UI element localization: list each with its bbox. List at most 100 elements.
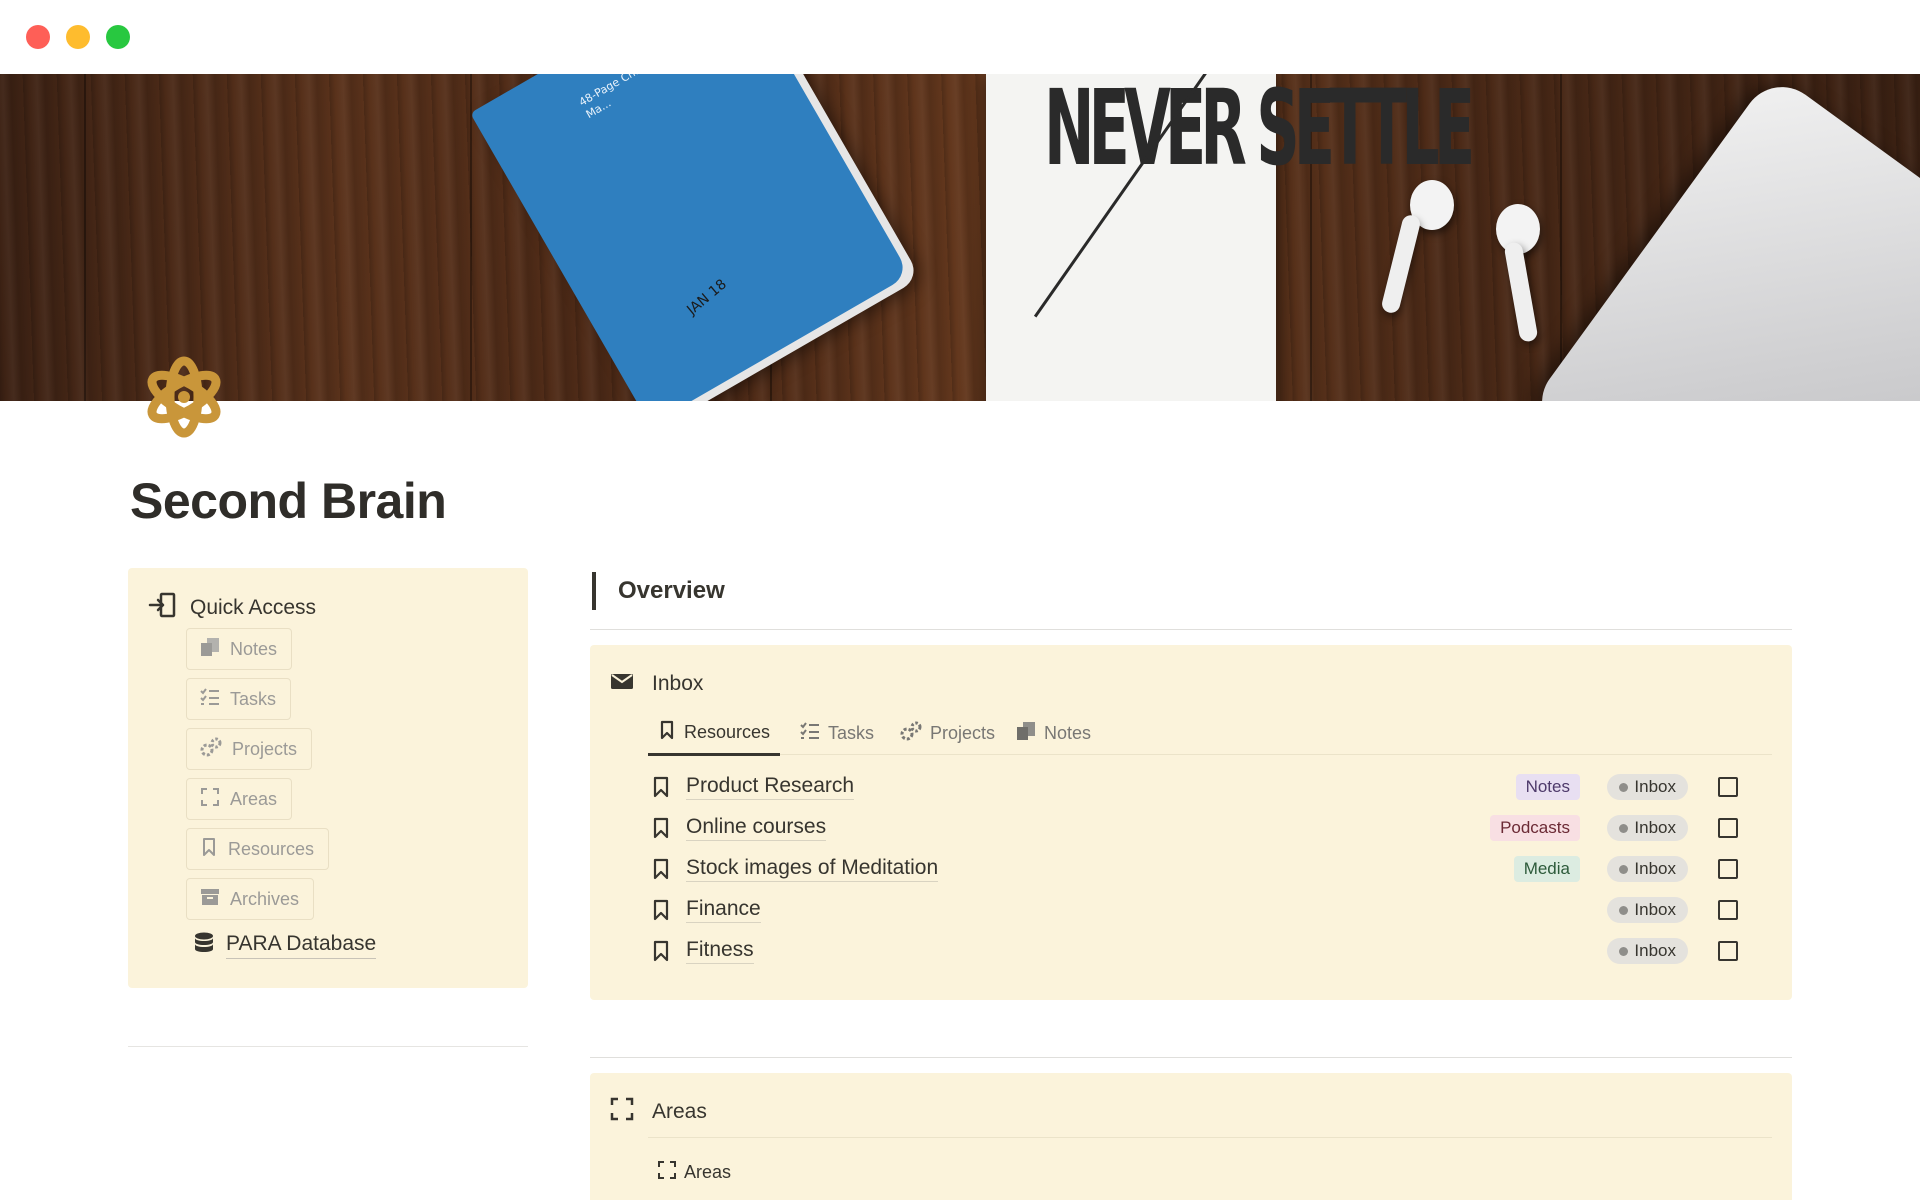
- quick-access-archives-button[interactable]: Archives: [186, 878, 315, 920]
- divider: [590, 1057, 1792, 1058]
- areas-title: Areas: [652, 1099, 707, 1123]
- archive-box-icon: [200, 887, 220, 912]
- list-item[interactable]: Fitness Inbox: [650, 931, 1760, 971]
- status-dot: [1619, 823, 1629, 833]
- gears-icon: [900, 721, 922, 746]
- status-dot: [1619, 946, 1629, 956]
- para-database-link[interactable]: PARA Database: [194, 932, 377, 959]
- bookmark-icon: [650, 817, 672, 839]
- atom-icon[interactable]: [142, 352, 226, 442]
- inbox-title: Inbox: [652, 671, 704, 695]
- zoom-window-button[interactable]: [106, 25, 130, 49]
- status-badge: Inbox: [1607, 856, 1688, 882]
- done-checkbox[interactable]: [1718, 859, 1738, 879]
- import-icon: [148, 592, 176, 623]
- bookmark-icon: [650, 899, 672, 921]
- wood-plank-line: [1560, 74, 1562, 401]
- earbud-right-stem: [1503, 241, 1539, 343]
- tab-resources[interactable]: Resources: [648, 711, 781, 756]
- status-label: Inbox: [1634, 818, 1676, 837]
- inbox-callout: Inbox Resources Tasks Projects Notes Pro…: [590, 645, 1792, 1000]
- tab-notes-label: Notes: [1044, 722, 1092, 743]
- quick-access-archives-label: Archives: [230, 888, 300, 909]
- list-item[interactable]: Stock images of Meditation Media Inbox: [650, 849, 1760, 889]
- status-dot: [1619, 782, 1629, 792]
- inbox-view-tabs: Resources Tasks Projects Notes: [648, 711, 1772, 756]
- checklist-icon: [800, 721, 820, 746]
- quick-access-tasks-button[interactable]: Tasks: [186, 678, 292, 720]
- overview-heading: Overview: [592, 572, 725, 610]
- list-item[interactable]: Online courses Podcasts Inbox: [650, 808, 1760, 848]
- type-tag: Media: [1513, 856, 1580, 882]
- quick-access-projects-label: Projects: [232, 738, 298, 759]
- tab-resources-label: Resources: [684, 721, 771, 742]
- quick-access-areas-label: Areas: [230, 788, 278, 809]
- areas-header: Areas: [610, 1097, 707, 1126]
- tab-tasks[interactable]: Tasks: [800, 711, 874, 755]
- list-item-title[interactable]: Stock images of Meditation: [686, 856, 939, 882]
- list-item-title[interactable]: Online courses: [686, 815, 827, 841]
- quick-access-notes-label: Notes: [230, 638, 278, 659]
- areas-callout: Areas Areas: [590, 1073, 1792, 1200]
- wood-plank-line: [470, 74, 472, 401]
- notes-icon: [200, 637, 220, 662]
- quick-access-title: Quick Access: [190, 595, 317, 619]
- quick-access-notes-button[interactable]: Notes: [186, 628, 293, 670]
- status-badge: Inbox: [1607, 938, 1688, 964]
- list-item-title[interactable]: Finance: [686, 897, 761, 923]
- bookmark-icon: [650, 776, 672, 798]
- done-checkbox[interactable]: [1718, 900, 1738, 920]
- quick-access-resources-button[interactable]: Resources: [186, 828, 330, 870]
- quick-access-callout: Quick Access Notes Tasks Projects Areas …: [128, 568, 528, 988]
- quick-access-resources-label: Resources: [228, 838, 315, 859]
- status-label: Inbox: [1634, 777, 1676, 796]
- status-badge: Inbox: [1607, 897, 1688, 923]
- bookmark-icon: [650, 940, 672, 962]
- done-checkbox[interactable]: [1718, 777, 1738, 797]
- database-icon: [194, 932, 214, 959]
- envelope-icon: [610, 671, 634, 696]
- done-checkbox[interactable]: [1718, 818, 1738, 838]
- type-tag: Notes: [1515, 774, 1580, 800]
- status-badge: Inbox: [1607, 815, 1688, 841]
- bookmark-icon: [200, 837, 218, 862]
- quick-access-projects-button[interactable]: Projects: [186, 728, 313, 770]
- blue-notebook: 48-Page Ch... Durable Materials / Ma... …: [470, 74, 910, 401]
- quick-access-header: Quick Access: [148, 592, 316, 623]
- tab-areas[interactable]: Areas: [658, 1161, 731, 1184]
- tab-notes[interactable]: Notes: [1016, 711, 1091, 755]
- page-cover-image[interactable]: 48-Page Ch... Durable Materials / Ma... …: [0, 74, 1920, 401]
- list-item[interactable]: Finance Inbox: [650, 890, 1760, 930]
- para-database-label: PARA Database: [226, 932, 377, 959]
- overview-title: Overview: [618, 577, 725, 604]
- close-window-button[interactable]: [26, 25, 50, 49]
- notes-icon: [1016, 721, 1036, 746]
- notebook-small-text: 48-Page Ch... Durable Materials / Ma...: [576, 74, 741, 122]
- divider: [648, 1137, 1772, 1138]
- divider: [590, 629, 1792, 630]
- areas-frame-icon: [658, 1161, 676, 1184]
- never-settle-poster: NEVER SETTLE: [986, 74, 1475, 401]
- status-label: Inbox: [1634, 859, 1676, 878]
- status-label: Inbox: [1634, 941, 1676, 960]
- quick-access-areas-button[interactable]: Areas: [186, 778, 293, 820]
- divider: [128, 1046, 528, 1047]
- bookmark-icon: [658, 720, 676, 745]
- status-label: Inbox: [1634, 900, 1676, 919]
- status-badge: Inbox: [1607, 774, 1688, 800]
- tab-areas-label: Areas: [684, 1162, 732, 1182]
- list-item[interactable]: Product Research Notes Inbox: [650, 767, 1760, 807]
- list-item-title[interactable]: Product Research: [686, 774, 855, 800]
- status-dot: [1619, 864, 1629, 874]
- checklist-icon: [200, 687, 220, 712]
- laptop-corner: [1526, 74, 1920, 401]
- done-checkbox[interactable]: [1718, 941, 1738, 961]
- tab-projects[interactable]: Projects: [900, 711, 995, 755]
- areas-frame-icon: [200, 787, 220, 812]
- areas-frame-icon: [610, 1097, 634, 1126]
- notebook-handwriting: JAN 18: [684, 276, 730, 319]
- minimize-window-button[interactable]: [66, 25, 90, 49]
- list-item-title[interactable]: Fitness: [686, 938, 754, 964]
- earbud-left-stem: [1380, 213, 1422, 315]
- type-tag: Podcasts: [1490, 815, 1580, 841]
